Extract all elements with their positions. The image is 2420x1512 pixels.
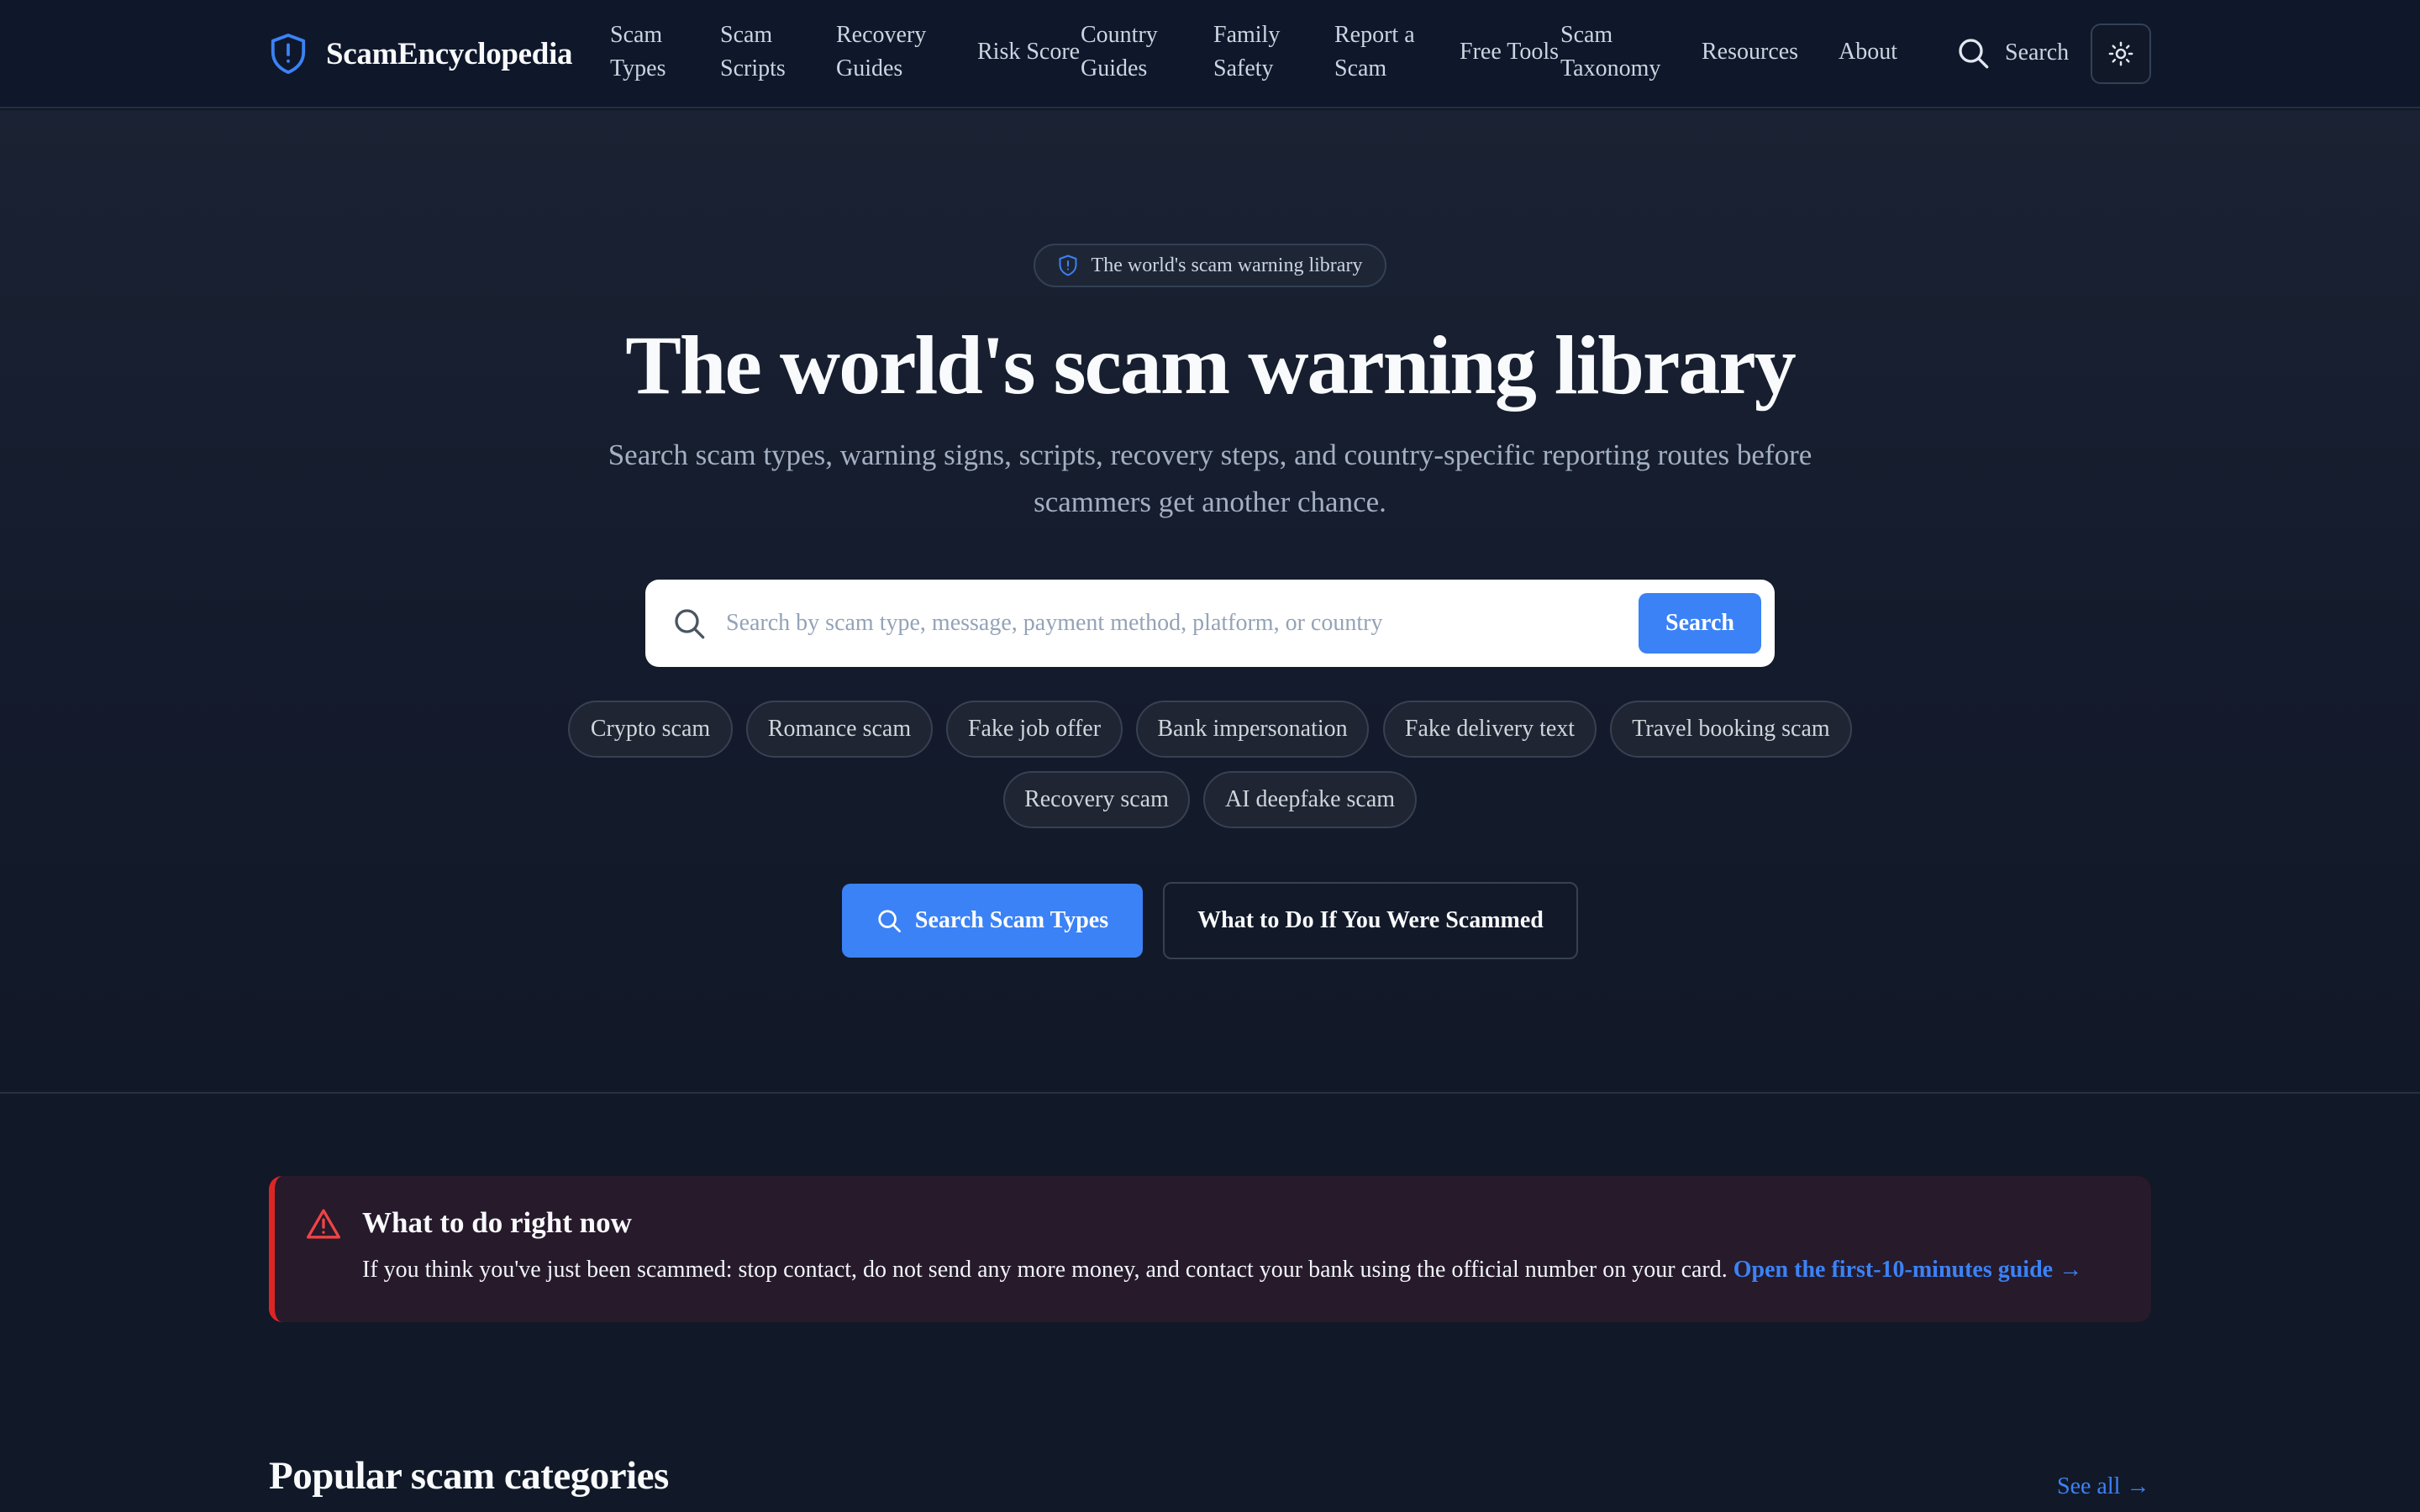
hero-search-button[interactable]: Search: [1639, 593, 1761, 654]
alert-message: If you think you've just been scammed: s…: [362, 1257, 1733, 1283]
nav-item-scam-types[interactable]: Scam Types: [610, 18, 720, 86]
urgent-alert-box: What to do right now If you think you've…: [269, 1176, 2151, 1322]
nav-item-family-safety[interactable]: Family Safety: [1213, 18, 1334, 86]
nav-item-risk-score[interactable]: Risk Score: [977, 35, 1081, 69]
chip-bank-impersonation[interactable]: Bank impersonation: [1136, 701, 1369, 758]
eyebrow-text: The world's scam warning library: [1091, 254, 1363, 276]
warning-triangle-icon: [307, 1209, 340, 1239]
hero-search-input[interactable]: [726, 601, 1432, 645]
top-navigation-bar: ScamEncyclopedia Scam Types Scam Scripts…: [0, 0, 2420, 108]
nav-item-scam-scripts[interactable]: Scam Scripts: [720, 18, 836, 86]
popular-categories-title: Popular scam categories: [269, 1454, 669, 1498]
brand-name: ScamEncyclopedia: [326, 36, 573, 71]
header-search-label: Search: [2005, 39, 2070, 66]
header-search-button[interactable]: Search: [1956, 34, 2069, 72]
theme-toggle-button[interactable]: [2091, 24, 2151, 84]
page-title: The world's scam warning library: [625, 318, 1797, 412]
nav-item-recovery-guides[interactable]: Recovery Guides: [836, 18, 977, 86]
hero-search-bar: Search: [645, 580, 1775, 667]
search-icon: [675, 609, 705, 639]
nav-item-about[interactable]: About: [1839, 35, 1906, 69]
chip-romance-scam[interactable]: Romance scam: [746, 701, 933, 758]
chip-recovery-scam[interactable]: Recovery scam: [1003, 771, 1190, 828]
nav-item-free-tools[interactable]: Free Tools: [1460, 35, 1560, 69]
sun-icon: [2108, 41, 2133, 66]
chip-travel-booking-scam[interactable]: Travel booking scam: [1610, 701, 1852, 758]
chip-ai-deepfake-scam[interactable]: AI deepfake scam: [1203, 771, 1417, 828]
first-10-minutes-guide-link[interactable]: Open the first-10-minutes guide →: [1733, 1257, 2082, 1283]
hero-subtitle: Search scam types, warning signs, script…: [608, 438, 1812, 518]
brand-logo[interactable]: ScamEncyclopedia: [269, 32, 573, 76]
search-scam-types-label: Search Scam Types: [914, 907, 1109, 933]
chip-fake-job-offer[interactable]: Fake job offer: [946, 701, 1123, 758]
search-icon: [1959, 39, 1989, 69]
nav-item-country-guides[interactable]: Country Guides: [1081, 18, 1213, 86]
what-to-do-button[interactable]: What to Do If You Were Scammed: [1163, 882, 1578, 959]
search-scam-types-button[interactable]: Search Scam Types: [842, 884, 1143, 958]
chip-fake-delivery-text[interactable]: Fake delivery text: [1383, 701, 1597, 758]
alert-text: If you think you've just been scammed: s…: [362, 1257, 2127, 1284]
nav-item-report-a-scam[interactable]: Report a Scam: [1334, 18, 1460, 86]
main-nav: Scam Types Scam Scripts Recovery Guides …: [610, 17, 1906, 87]
shield-alert-icon: [271, 34, 306, 74]
alert-title: What to do right now: [362, 1206, 632, 1239]
eyebrow-badge: The world's scam warning library: [1034, 244, 1386, 287]
chip-crypto-scam[interactable]: Crypto scam: [568, 701, 733, 758]
hero-section: The world's scam warning library The wor…: [0, 110, 2420, 1094]
see-all-link[interactable]: See all →: [2057, 1473, 2149, 1500]
nav-item-scam-taxonomy[interactable]: Scam Taxonomy: [1560, 18, 1702, 86]
nav-item-resources[interactable]: Resources: [1702, 35, 1839, 69]
search-icon: [878, 910, 901, 932]
shield-alert-icon: [1059, 255, 1077, 276]
